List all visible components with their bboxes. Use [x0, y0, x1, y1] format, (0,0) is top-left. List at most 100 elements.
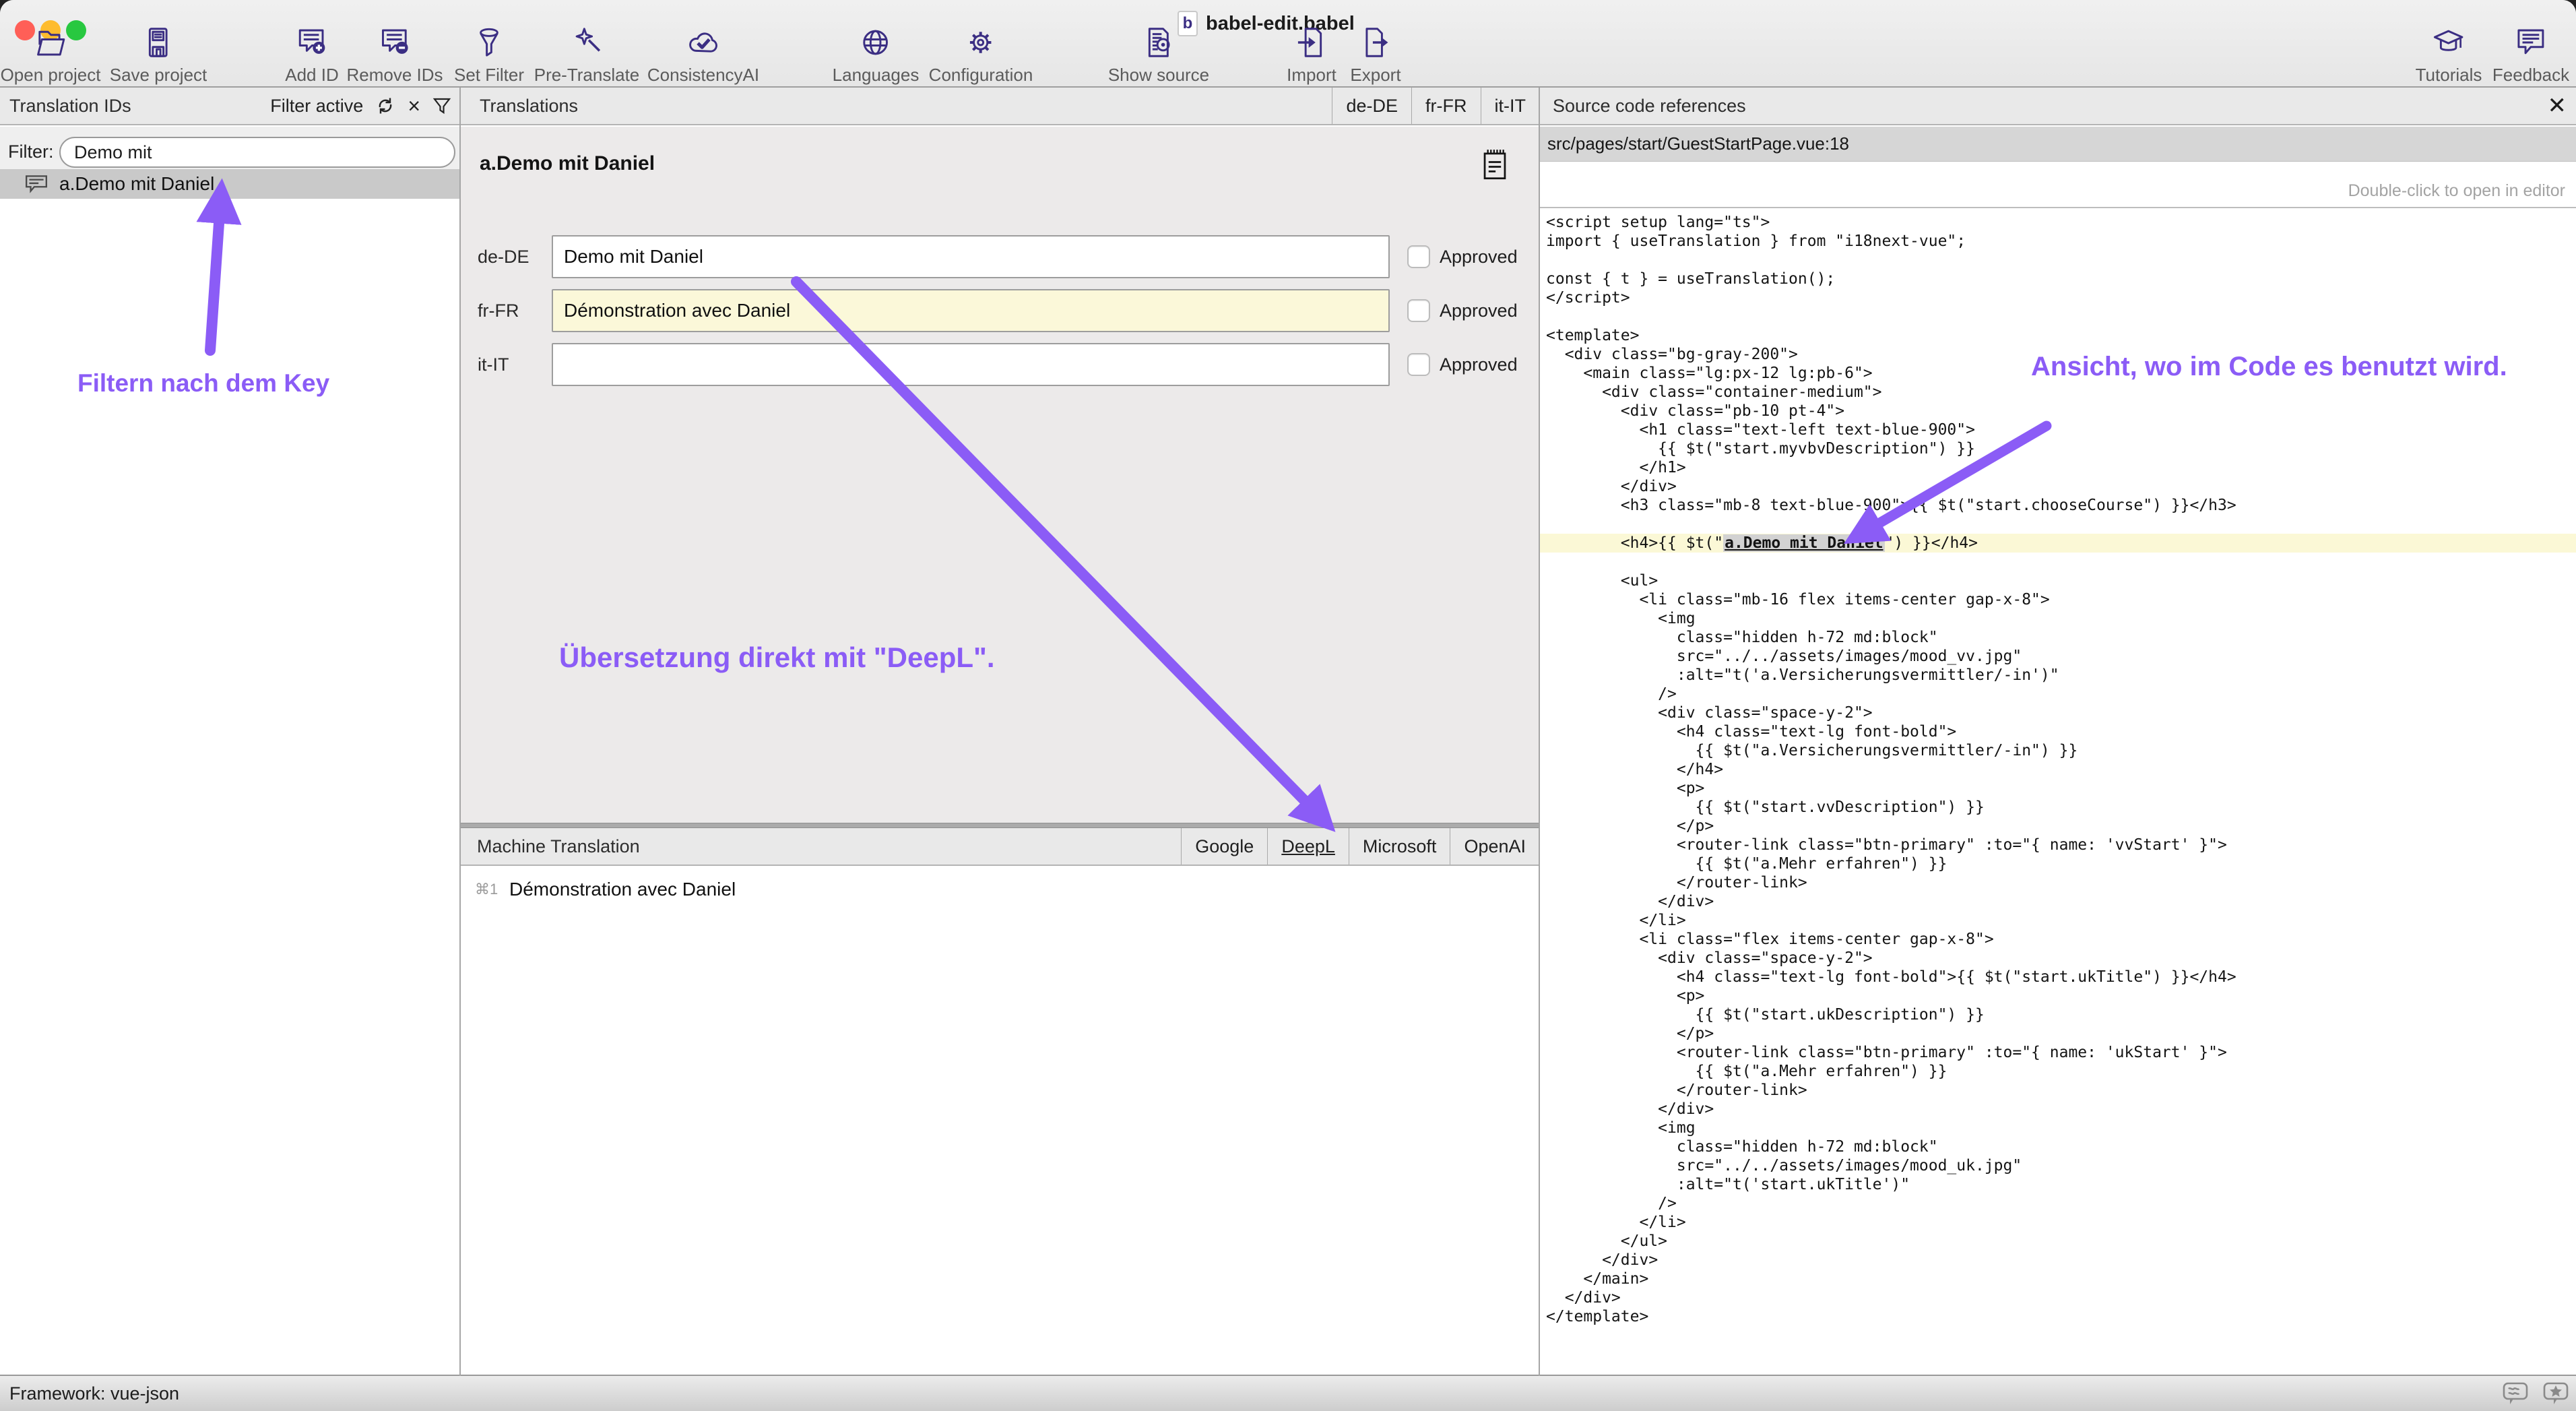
toolbar-button-import[interactable]: Import [1287, 23, 1337, 86]
release-notes-icon[interactable] [2502, 1381, 2530, 1407]
code-line: :alt="t('start.ukTitle')" [1546, 1175, 2576, 1194]
language-label: fr-FR [478, 289, 545, 332]
code-line: </p> [1546, 817, 2576, 836]
filter-input[interactable] [59, 137, 455, 168]
filter-funnel-icon[interactable] [432, 96, 451, 115]
close-panel-icon[interactable]: ✕ [2548, 94, 2567, 117]
mt-shortcut: ⌘1 [475, 881, 498, 898]
toolbar-button-show-source[interactable]: Show source [1108, 23, 1209, 86]
provider-tab-google[interactable]: Google [1181, 828, 1267, 865]
translations-title: Translations [480, 96, 578, 117]
language-tab-fr-fr[interactable]: fr-FR [1411, 88, 1480, 124]
speech-bubble-icon [2511, 23, 2550, 62]
code-line: <div class="container-medium"> [1546, 383, 2576, 402]
toolbar-button-add-id[interactable]: Add ID [285, 23, 339, 86]
source-annotation-text: Ansicht, wo im Code es benutzt wird. [2031, 352, 2507, 382]
magic-wand-icon [567, 23, 606, 62]
code-line: </div> [1546, 1251, 2576, 1269]
code-line: import { useTranslation } from "i18next-… [1546, 232, 2576, 251]
import-arrow-icon [1292, 23, 1331, 62]
approved-checkbox[interactable] [1407, 353, 1430, 376]
brain-check-icon [684, 23, 723, 62]
code-line [1546, 515, 2576, 534]
filter-active-label: Filter active [270, 96, 363, 117]
status-bar: Framework: vue-json [0, 1375, 2576, 1411]
code-line: <ul> [1546, 571, 2576, 590]
code-line: src="../../assets/images/mood_uk.jpg" [1546, 1156, 2576, 1175]
notes-icon[interactable] [1479, 147, 1512, 182]
comment-bubble-icon [24, 173, 49, 195]
code-line: {{ $t("start.ukDescription") }} [1546, 1005, 2576, 1024]
comment-plus-icon [292, 23, 331, 62]
approved-control: Approved [1407, 235, 1518, 278]
code-line: /> [1546, 685, 2576, 703]
source-code-view[interactable]: <script setup lang="ts">import { useTran… [1539, 209, 2576, 1375]
toolbar-button-feedback[interactable]: Feedback [2492, 23, 2569, 86]
provider-tab-openai[interactable]: OpenAI [1450, 828, 1539, 865]
code-line: {{ $t("a.Versicherungsvermittler/-in") }… [1546, 741, 2576, 760]
mt-suggestion-row[interactable]: ⌘1 Démonstration avec Daniel [461, 874, 1539, 905]
approved-checkbox[interactable] [1407, 299, 1430, 322]
code-line: const { t } = useTranslation(); [1546, 270, 2576, 288]
code-line: :alt="t('a.Versicherungsvermittler/-in')… [1546, 666, 2576, 685]
approved-checkbox[interactable] [1407, 245, 1430, 268]
translation-input-de-de[interactable] [552, 235, 1390, 278]
code-line: </router-link> [1546, 1081, 2576, 1100]
code-line: <img [1546, 609, 2576, 628]
refresh-icon[interactable] [375, 96, 395, 116]
language-label: it-IT [478, 343, 545, 386]
code-line: {{ $t("a.Mehr erfahren") }} [1546, 854, 2576, 873]
toolbar-button-remove-ids[interactable]: Remove IDs [346, 23, 443, 86]
translations-header: Translations de-DEfr-FRit-IT [461, 88, 1539, 125]
code-line: </main> [1546, 1269, 2576, 1288]
toolbar-button-consistencyai[interactable]: ConsistencyAI [647, 23, 759, 86]
provider-tab-deepl[interactable]: DeepL [1267, 828, 1349, 865]
machine-translation-body: ⌘1 Démonstration avec Daniel [461, 867, 1539, 1375]
code-line: <p> [1546, 986, 2576, 1005]
translation-id-item[interactable]: a.Demo mit Daniel [0, 169, 459, 199]
toolbar-button-export[interactable]: Export [1350, 23, 1400, 86]
machine-translation-splitter[interactable] [461, 823, 1539, 828]
gear-icon [961, 23, 1000, 62]
funnel-icon [470, 23, 509, 62]
clear-filter-icon[interactable]: × [408, 94, 420, 119]
approved-label: Approved [1440, 247, 1518, 268]
filter-controls: Filter active × [270, 94, 451, 119]
approved-label: Approved [1440, 301, 1518, 321]
code-line [1546, 553, 2576, 571]
rate-app-icon[interactable] [2542, 1381, 2571, 1407]
language-label: de-DE [478, 235, 545, 278]
status-bar-icons [2502, 1381, 2571, 1407]
language-tab-it-it[interactable]: it-IT [1481, 88, 1540, 124]
language-tabs: de-DEfr-FRit-IT [1332, 88, 1539, 124]
left-splitter[interactable] [459, 88, 461, 1376]
translation-input-it-it[interactable] [552, 343, 1390, 386]
right-splitter[interactable] [1539, 88, 1540, 1376]
graduation-cap-icon [2429, 23, 2468, 62]
babeledit-window: b babel-edit.babel Open projectSave proj… [0, 0, 2576, 1411]
toolbar-button-pre-translate[interactable]: Pre-Translate [534, 23, 640, 86]
toolbar-button-open-project[interactable]: Open project [1, 23, 101, 86]
source-reference-row[interactable]: src/pages/start/GuestStartPage.vue:18 [1539, 127, 2576, 162]
toolbar-button-languages[interactable]: Languages [833, 23, 920, 86]
provider-tab-microsoft[interactable]: Microsoft [1349, 828, 1450, 865]
code-line: <div class="space-y-2"> [1546, 949, 2576, 968]
code-line: </ul> [1546, 1232, 2576, 1251]
code-line: </p> [1546, 1024, 2576, 1043]
open-folder-icon [31, 23, 70, 62]
language-tab-de-de[interactable]: de-DE [1332, 88, 1411, 124]
code-line: {{ $t("a.Mehr erfahren") }} [1546, 1062, 2576, 1081]
code-line: </script> [1546, 288, 2576, 307]
code-line: <h1 class="text-left text-blue-900"> [1546, 420, 2576, 439]
code-line: {{ $t("start.myvbvDescription") }} [1546, 439, 2576, 458]
filter-annotation-text: Filtern nach dem Key [77, 369, 329, 398]
toolbar-button-configuration[interactable]: Configuration [929, 23, 1033, 86]
translations-body: a.Demo mit Daniel de-DEApprovedfr-FRAppr… [461, 127, 1539, 823]
open-in-editor-hint: Double-click to open in editor [1539, 175, 2576, 206]
toolbar-button-tutorials[interactable]: Tutorials [2416, 23, 2482, 86]
toolbar-button-save-project[interactable]: Save project [110, 23, 207, 86]
toolbar-button-set-filter[interactable]: Set Filter [454, 23, 524, 86]
code-line: /> [1546, 1194, 2576, 1213]
translation-input-fr-fr[interactable] [552, 289, 1390, 332]
code-line: <img [1546, 1119, 2576, 1137]
